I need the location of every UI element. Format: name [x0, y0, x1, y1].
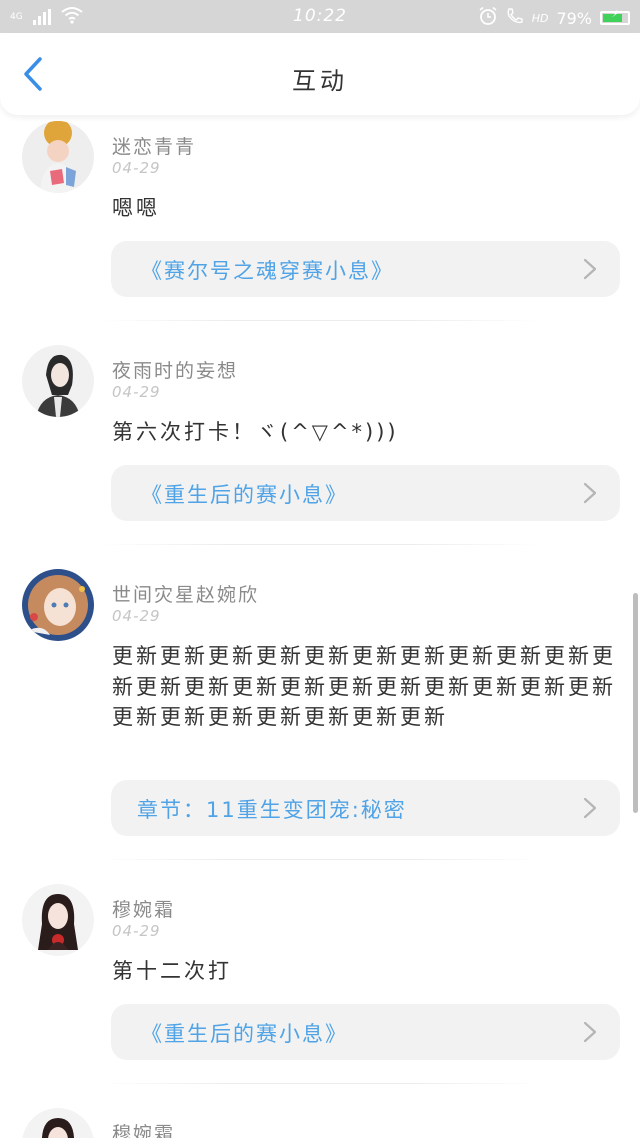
post-content: 更新更新更新更新更新更新更新更新更新更新更新更新更新更新更新更新更新更新更新更新…: [112, 644, 616, 729]
battery-icon: ⚡: [600, 9, 630, 25]
username[interactable]: 迷恋青青: [112, 132, 196, 159]
username[interactable]: 夜雨时的妄想: [112, 356, 238, 383]
post-date: 04-29: [112, 383, 161, 401]
battery-percent: 79%: [556, 8, 592, 28]
divider: [95, 859, 545, 860]
charging-icon: ⚡: [611, 9, 619, 20]
book-link-title: 《赛尔号之魂穿赛小息》: [141, 259, 394, 283]
status-bar: 4G 10:22 HD 79% ⚡: [0, 0, 640, 33]
user-avatar[interactable]: [22, 121, 94, 193]
page-title: 互动: [292, 67, 348, 95]
divider: [95, 544, 545, 545]
post-content: 第十二次打: [112, 959, 232, 983]
user-avatar[interactable]: [22, 1108, 94, 1138]
chapter-link-title: 章节：11重生变团宠:秘密: [137, 798, 407, 822]
username[interactable]: 穆婉霜: [112, 1119, 175, 1138]
chevron-right-icon: [583, 797, 597, 819]
hd-label: HD: [531, 11, 549, 25]
username[interactable]: 穆婉霜: [112, 895, 175, 922]
header-bar: 互动: [0, 33, 640, 115]
book-link-card[interactable]: 《赛尔号之魂穿赛小息》: [111, 241, 620, 297]
user-avatar[interactable]: [22, 345, 94, 417]
book-link-title: 《重生后的赛小息》: [141, 483, 348, 507]
user-avatar[interactable]: [22, 884, 94, 956]
scrollbar[interactable]: [633, 593, 638, 813]
username[interactable]: 世间灾星赵婉欣: [112, 580, 259, 607]
chapter-link-card[interactable]: 章节：11重生变团宠:秘密: [111, 780, 620, 836]
post-content: 嗯嗯: [112, 196, 160, 220]
call-hd-icon: [506, 7, 524, 29]
user-avatar[interactable]: [22, 569, 94, 641]
post-content: 第六次打卡！ヾ(^▽^*))): [112, 420, 399, 444]
chevron-right-icon: [583, 482, 597, 504]
book-link-card[interactable]: 《重生后的赛小息》: [111, 465, 620, 521]
post-date: 04-29: [112, 607, 161, 625]
divider: [95, 320, 545, 321]
chevron-right-icon: [583, 1021, 597, 1043]
book-link-card[interactable]: 《重生后的赛小息》: [111, 1004, 620, 1060]
post-date: 04-29: [112, 922, 161, 940]
status-right: HD 79% ⚡: [478, 6, 630, 30]
comment-feed[interactable]: 迷恋青青 04-29 嗯嗯 《赛尔号之魂穿赛小息》 夜雨时的妄想 04-29 第…: [0, 115, 640, 1138]
book-link-title: 《重生后的赛小息》: [141, 1022, 348, 1046]
post-date: 04-29: [112, 159, 161, 177]
divider: [95, 1083, 545, 1084]
alarm-icon: [478, 6, 498, 30]
chevron-right-icon: [583, 258, 597, 280]
